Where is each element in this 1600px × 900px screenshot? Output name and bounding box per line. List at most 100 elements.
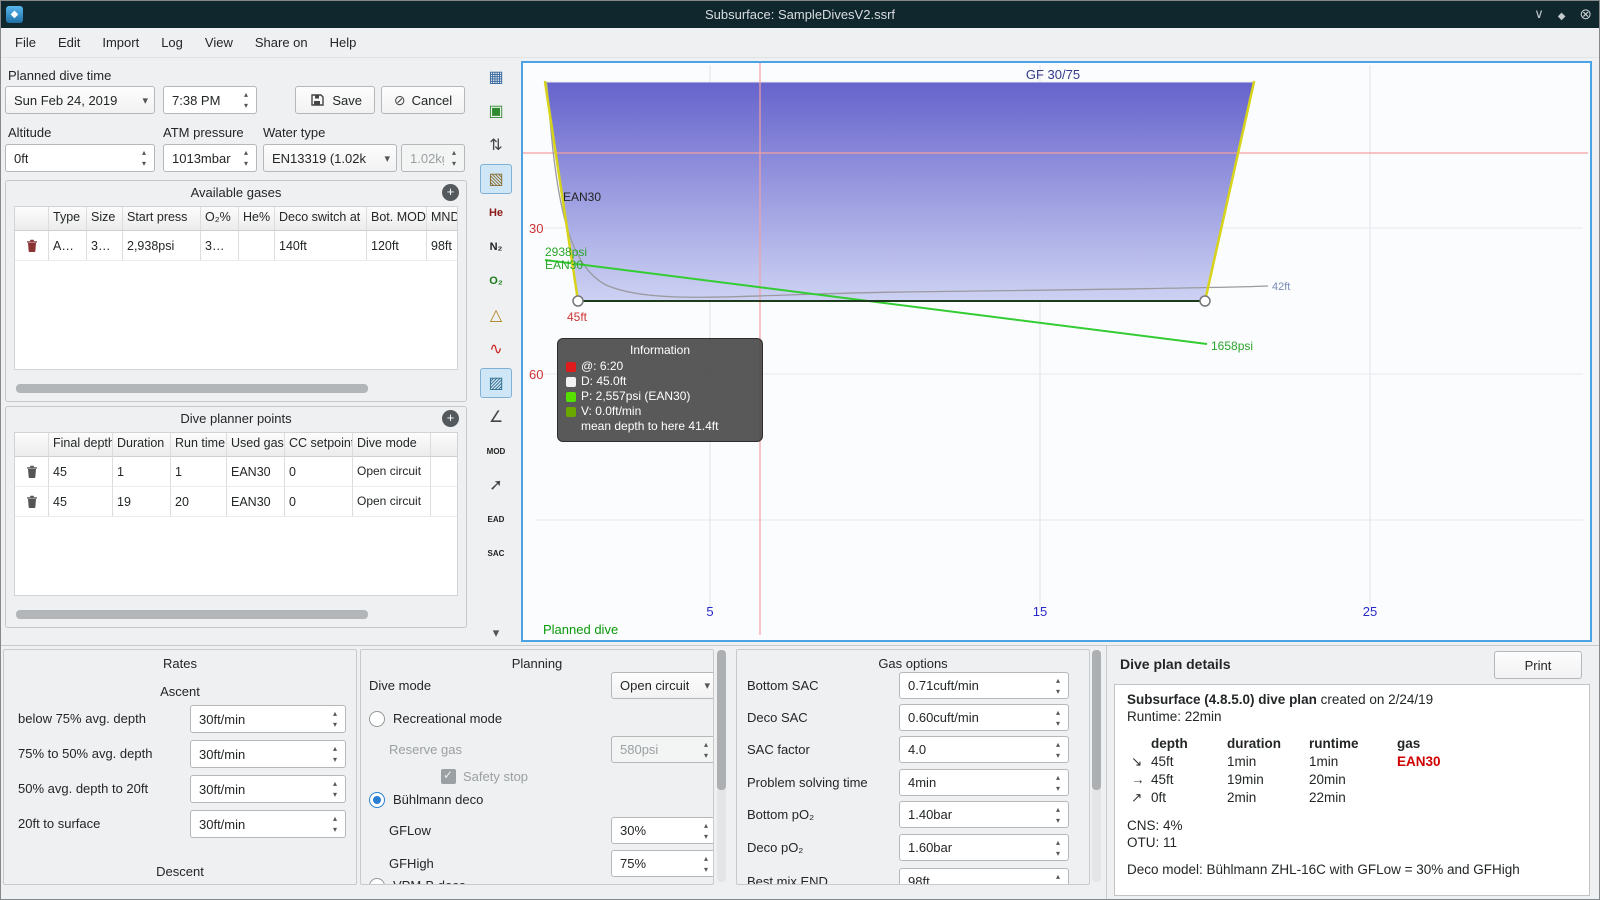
gas-bot-mod-cell[interactable]: 120ft <box>367 231 427 261</box>
minimize-icon[interactable] <box>1534 6 1544 22</box>
point-runtime-cell[interactable]: 1 <box>171 457 227 487</box>
deco-po2-spinbox[interactable]: 1.60bar <box>899 834 1069 861</box>
column-header[interactable]: He% <box>239 207 275 231</box>
toolbar-button-scale[interactable]: ⇅ <box>480 130 512 160</box>
delete-gas-icon[interactable] <box>25 239 39 253</box>
toolbar-button-ead[interactable]: EAD <box>480 504 512 534</box>
gas-deco-switch-cell[interactable]: 140ft <box>275 231 367 261</box>
point-setpoint-cell[interactable]: 0 <box>285 487 353 517</box>
add-gas-button[interactable] <box>442 184 459 201</box>
bottom-sac-spinbox[interactable]: 0.71cuft/min <box>899 672 1069 699</box>
spin-arrows-icon[interactable] <box>240 89 252 111</box>
water-type-select[interactable]: EN13319 (1.02k <box>263 144 397 172</box>
toolbar-button-pp-n2[interactable]: N₂ <box>480 232 512 262</box>
gas-he-cell[interactable] <box>239 231 275 261</box>
column-header[interactable]: Size <box>87 207 123 231</box>
column-header[interactable]: Final depth <box>49 433 113 457</box>
spin-arrows-icon[interactable] <box>700 820 712 842</box>
bottom-po2-spinbox[interactable]: 1.40bar <box>899 801 1069 828</box>
spin-arrows-icon[interactable] <box>1052 707 1064 729</box>
spin-arrows-icon[interactable] <box>1052 837 1064 859</box>
point-duration-cell[interactable]: 1 <box>113 457 171 487</box>
add-point-button[interactable] <box>442 410 459 427</box>
planning-scrollbar[interactable] <box>717 650 726 882</box>
dive-profile-chart[interactable]: GF 30/75 30 60 5 15 25 EAN30 2938psi EAN… <box>521 61 1592 642</box>
problem-solving-time-spinbox[interactable]: 4min <box>899 769 1069 796</box>
spin-arrows-icon[interactable] <box>329 708 341 730</box>
point-gas-cell[interactable]: EAN30 <box>227 487 285 517</box>
point-depth-cell[interactable]: 45 <box>49 457 113 487</box>
spin-arrows-icon[interactable] <box>1052 739 1064 761</box>
column-header[interactable]: Used gas <box>227 433 285 457</box>
vpmb-deco-radio[interactable] <box>369 878 385 884</box>
toolbar-button-pp-he[interactable]: He <box>480 198 512 228</box>
toolbar-button-mod[interactable]: MOD <box>480 436 512 466</box>
dive-time-spinbox[interactable]: 7:38 PM <box>163 86 257 114</box>
dive-mode-select[interactable]: Open circuit <box>611 672 713 699</box>
sac-factor-spinbox[interactable]: 4.0 <box>899 736 1069 763</box>
spin-arrows-icon[interactable] <box>240 147 252 169</box>
spin-arrows-icon[interactable] <box>138 147 150 169</box>
save-button[interactable]: Save <box>295 86 375 114</box>
point-mode-cell[interactable]: Open circuit <box>353 487 431 517</box>
best-mix-end-spinbox[interactable]: 98ft <box>899 868 1069 884</box>
column-header[interactable]: O₂% <box>201 207 239 231</box>
spin-arrows-icon[interactable] <box>1052 804 1064 826</box>
delete-point-icon[interactable] <box>25 465 39 479</box>
menu-help[interactable]: Help <box>319 29 368 56</box>
ascent-rate-3-spinbox[interactable]: 30ft/min <box>190 775 346 803</box>
atm-pressure-spinbox[interactable]: 1013mbar <box>163 144 257 172</box>
point-depth-cell[interactable]: 45 <box>49 487 113 517</box>
point-mode-cell[interactable]: Open circuit <box>353 457 431 487</box>
toolbar-button-pp-o2[interactable]: O₂ <box>480 266 512 296</box>
point-duration-cell[interactable]: 19 <box>113 487 171 517</box>
toolbar-button-photo[interactable]: ▣ <box>480 96 512 126</box>
menu-file[interactable]: File <box>4 29 47 56</box>
ascent-rate-2-spinbox[interactable]: 30ft/min <box>190 740 346 768</box>
toolbar-button-ceiling[interactable]: △ <box>480 300 512 330</box>
spin-arrows-icon[interactable] <box>329 743 341 765</box>
column-header[interactable]: Deco switch at <box>275 207 367 231</box>
planner-point-handle[interactable] <box>1199 295 1211 307</box>
column-header[interactable]: Start press <box>123 207 201 231</box>
column-header[interactable]: Run time <box>171 433 227 457</box>
spin-arrows-icon[interactable] <box>1052 871 1064 884</box>
column-header[interactable]: Bot. MOD <box>367 207 427 231</box>
gas-type-cell[interactable]: A… <box>49 231 87 261</box>
horizontal-scrollbar[interactable] <box>16 384 456 393</box>
gas-mnd-cell[interactable]: 98ft <box>427 231 457 261</box>
ascent-rate-1-spinbox[interactable]: 30ft/min <box>190 705 346 733</box>
toolbar-button-heart-rate[interactable]: ∿ <box>480 334 512 364</box>
column-header[interactable]: Duration <box>113 433 171 457</box>
column-header[interactable]: MND <box>427 207 457 231</box>
altitude-spinbox[interactable]: 0ft <box>5 144 155 172</box>
gas-row[interactable]: A… 3… 2,938psi 3… 140ft 120ft 98ft <box>15 231 457 261</box>
point-setpoint-cell[interactable]: 0 <box>285 457 353 487</box>
spin-arrows-icon[interactable] <box>1052 772 1064 794</box>
information-tooltip[interactable]: Information @: 6:20 D: 45.0ft P: 2,557ps… <box>557 338 763 442</box>
gas-options-scrollbar[interactable] <box>1092 650 1101 882</box>
cancel-button[interactable]: Cancel <box>381 86 465 114</box>
toolbar-button-show-photos[interactable]: ▨ <box>480 368 512 398</box>
toolbar-button-sac[interactable]: SAC <box>480 538 512 568</box>
spin-arrows-icon[interactable] <box>1052 675 1064 697</box>
column-header[interactable]: Type <box>49 207 87 231</box>
planner-point-handle[interactable] <box>572 295 584 307</box>
menu-share-on[interactable]: Share on <box>244 29 319 56</box>
delete-point-icon[interactable] <box>25 495 39 509</box>
toolbar-scroll-down-icon[interactable] <box>474 625 518 641</box>
safety-stop-checkbox[interactable] <box>441 768 456 784</box>
column-header[interactable]: CC setpoint <box>285 433 353 457</box>
menu-import[interactable]: Import <box>91 29 150 56</box>
column-header[interactable] <box>15 207 49 231</box>
menu-edit[interactable]: Edit <box>47 29 91 56</box>
point-runtime-cell[interactable]: 20 <box>171 487 227 517</box>
menu-log[interactable]: Log <box>150 29 194 56</box>
menu-view[interactable]: View <box>194 29 244 56</box>
toolbar-button-ruler[interactable]: ∠ <box>480 402 512 432</box>
gas-start-press-cell[interactable]: 2,938psi <box>123 231 201 261</box>
dive-date-picker[interactable]: Sun Feb 24, 2019 <box>5 86 155 114</box>
deco-sac-spinbox[interactable]: 0.60cuft/min <box>899 704 1069 731</box>
toolbar-button-dive-computer[interactable]: ▦ <box>480 62 512 92</box>
toolbar-button-ndl[interactable]: ➚ <box>480 470 512 500</box>
